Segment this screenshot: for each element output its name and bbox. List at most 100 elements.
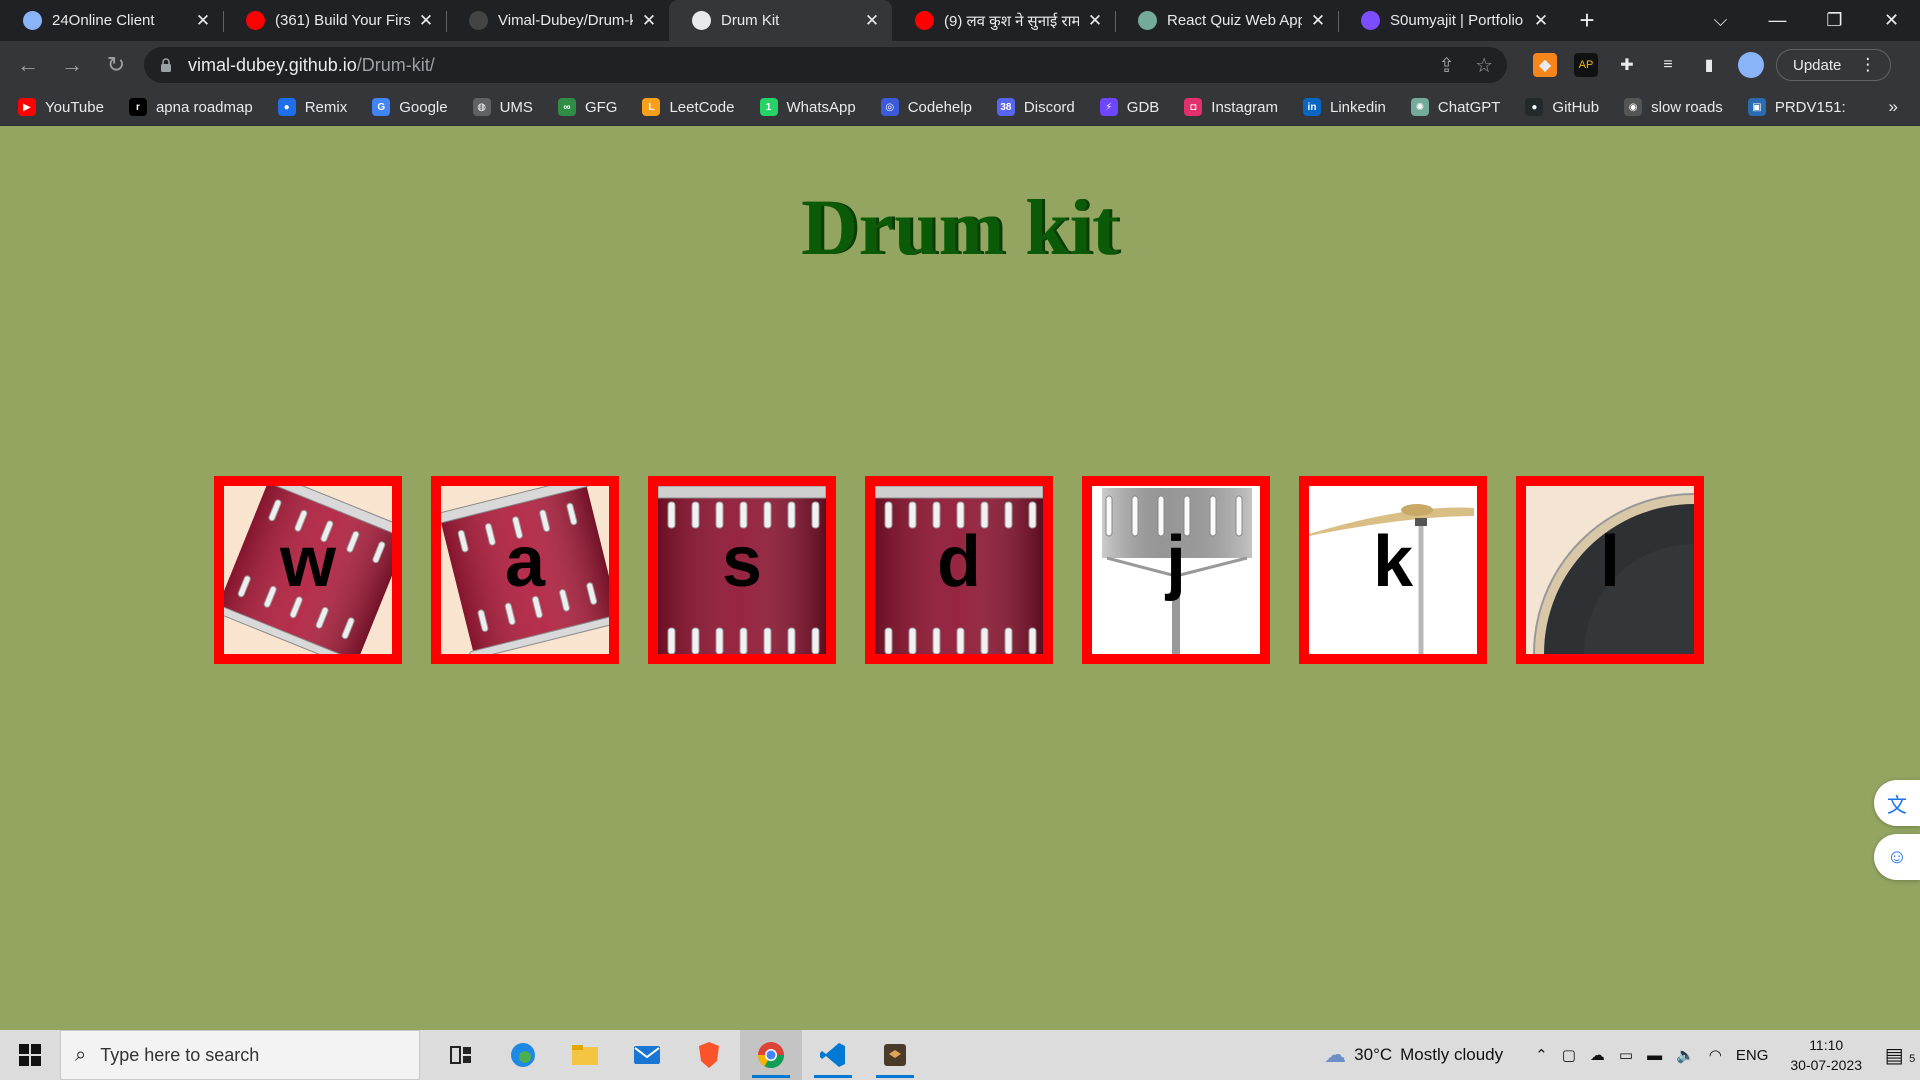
- speaker-icon[interactable]: 🔈: [1676, 1046, 1695, 1064]
- github-icon: ●: [1525, 98, 1544, 116]
- bookmark-star-icon[interactable]: ☆: [1475, 53, 1493, 78]
- tab-close-icon[interactable]: ✕: [193, 11, 213, 31]
- apna-icon: r: [128, 98, 147, 116]
- tab-title: Vimal-Dubey/Drum-k: [498, 12, 633, 29]
- bookmark-4[interactable]: ◍ UMS: [472, 98, 533, 116]
- bookmark-12[interactable]: in Linkedin: [1303, 98, 1386, 116]
- sublime-box-icon[interactable]: [864, 1030, 926, 1080]
- assistant-bot-icon[interactable]: ☺: [1874, 834, 1920, 880]
- bookmark-6[interactable]: L LeetCode: [642, 98, 735, 116]
- bookmark-10[interactable]: ⚡ GDB: [1099, 98, 1159, 116]
- bookmark-15[interactable]: ◉ slow roads: [1624, 98, 1723, 116]
- vscode-icon[interactable]: [802, 1030, 864, 1080]
- clock[interactable]: 11:10 30-07-2023: [1790, 1035, 1862, 1075]
- new-tab-button[interactable]: +: [1567, 0, 1607, 41]
- url-path: /Drum-kit/: [356, 54, 435, 75]
- close-window-button[interactable]: ✕: [1863, 10, 1920, 31]
- metamask-extension-icon[interactable]: ◆: [1533, 53, 1557, 77]
- tab-close-icon[interactable]: ✕: [416, 11, 436, 31]
- tab-title: (9) लव कुश ने सुनाई राम: [944, 12, 1079, 30]
- reading-list-icon[interactable]: ≡: [1656, 53, 1680, 77]
- youtube-icon: [915, 11, 934, 30]
- translate-icon[interactable]: 文: [1874, 780, 1920, 826]
- tab-3[interactable]: Drum Kit ✕: [669, 0, 892, 41]
- profile-avatar[interactable]: [1738, 52, 1764, 78]
- display-icon[interactable]: ▭: [1619, 1046, 1633, 1064]
- wifi-icon[interactable]: ◠: [1709, 1046, 1722, 1064]
- tab-0[interactable]: 24Online Client ✕: [0, 0, 223, 41]
- meet-icon[interactable]: ▢: [1562, 1046, 1576, 1064]
- extension-icon[interactable]: AP: [1574, 53, 1598, 77]
- instagram-icon: ◘: [1184, 98, 1203, 116]
- tab-close-icon[interactable]: ✕: [1531, 11, 1551, 31]
- side-panel-icon[interactable]: ▮: [1697, 53, 1721, 77]
- bookmark-16[interactable]: ▣ PRDV151:: [1747, 98, 1846, 116]
- bookmark-0[interactable]: ▶ YouTube: [18, 98, 104, 116]
- bookmark-label: Codehelp: [907, 98, 972, 116]
- url-text[interactable]: vimal-dubey.github.io/Drum-kit/: [188, 55, 1418, 76]
- drum-button-j[interactable]: j: [1082, 476, 1270, 664]
- bookmark-label: PRDV151:: [1774, 98, 1846, 116]
- file-explorer-icon[interactable]: [554, 1030, 616, 1080]
- puzzle-extensions-icon[interactable]: ✚: [1615, 53, 1639, 77]
- search-placeholder: Type here to search: [100, 1044, 260, 1065]
- google-icon: G: [372, 98, 391, 116]
- window-controls: ⌵ — ❐ ✕: [1692, 0, 1920, 41]
- weather-widget[interactable]: ☁ 30°C Mostly cloudy: [1324, 1042, 1503, 1068]
- reload-button[interactable]: ↻: [96, 45, 136, 85]
- mail-icon[interactable]: [616, 1030, 678, 1080]
- tab-2[interactable]: Vimal-Dubey/Drum-k ✕: [446, 0, 669, 41]
- remix-icon: ●: [277, 98, 296, 116]
- drum-key-label: l: [1599, 522, 1620, 602]
- forward-button[interactable]: →: [52, 45, 92, 85]
- drum-button-a[interactable]: a: [431, 476, 619, 664]
- drum-button-d[interactable]: d: [865, 476, 1053, 664]
- address-bar[interactable]: vimal-dubey.github.io/Drum-kit/ ⇪ ☆: [144, 47, 1507, 83]
- brave-icon[interactable]: [678, 1030, 740, 1080]
- menu-kebab-icon[interactable]: ⋮: [1859, 55, 1876, 75]
- drum-button-k[interactable]: k: [1299, 476, 1487, 664]
- update-button[interactable]: Update ⋮: [1776, 49, 1892, 81]
- edge-icon[interactable]: [492, 1030, 554, 1080]
- tab-close-icon[interactable]: ✕: [1308, 11, 1328, 31]
- bookmark-label: apna roadmap: [155, 98, 253, 116]
- maximize-button[interactable]: ❐: [1806, 10, 1863, 31]
- bookmark-2[interactable]: ● Remix: [277, 98, 347, 116]
- tab-4[interactable]: (9) लव कुश ने सुनाई राम ✕: [892, 0, 1115, 41]
- bookmark-3[interactable]: G Google: [372, 98, 448, 116]
- back-button[interactable]: ←: [8, 45, 48, 85]
- bookmark-13[interactable]: ✺ ChatGPT: [1410, 98, 1500, 116]
- tab-close-icon[interactable]: ✕: [1085, 11, 1105, 31]
- start-button[interactable]: [0, 1030, 60, 1080]
- tab-close-icon[interactable]: ✕: [639, 11, 659, 31]
- bookmark-5[interactable]: ∞ GFG: [557, 98, 617, 116]
- notification-center-icon[interactable]: ▤ 5: [1880, 1043, 1920, 1068]
- more-bookmarks-icon[interactable]: »: [1889, 97, 1898, 117]
- bookmark-14[interactable]: ● GitHub: [1525, 98, 1599, 116]
- tab-close-icon[interactable]: ✕: [862, 11, 882, 31]
- bookmark-11[interactable]: ◘ Instagram: [1184, 98, 1278, 116]
- bookmark-8[interactable]: ◎ Codehelp: [880, 98, 972, 116]
- drum-key-label: k: [1372, 522, 1414, 602]
- lock-icon[interactable]: [158, 57, 174, 73]
- chrome-icon[interactable]: [740, 1030, 802, 1080]
- drum-button-s[interactable]: s: [648, 476, 836, 664]
- tab-1[interactable]: (361) Build Your First E ✕: [223, 0, 446, 41]
- battery-icon[interactable]: ▬: [1647, 1047, 1662, 1064]
- bookmark-9[interactable]: 38 Discord: [996, 98, 1075, 116]
- bookmark-7[interactable]: 1 WhatsApp: [759, 98, 856, 116]
- drum-key-label: j: [1165, 522, 1186, 602]
- tab-5[interactable]: React Quiz Web App ✕: [1115, 0, 1338, 41]
- tab-search-icon[interactable]: ⌵: [1692, 10, 1749, 31]
- bookmark-1[interactable]: r apna roadmap: [128, 98, 253, 116]
- minimize-button[interactable]: —: [1749, 10, 1806, 31]
- tab-6[interactable]: S0umyajit | Portfolio ✕: [1338, 0, 1561, 41]
- show-hidden-icons-icon[interactable]: ⌃: [1535, 1046, 1548, 1064]
- task-view-icon[interactable]: [430, 1030, 492, 1080]
- drum-button-l[interactable]: l: [1516, 476, 1704, 664]
- language-indicator[interactable]: ENG: [1736, 1047, 1769, 1064]
- taskbar-search[interactable]: ⌕ Type here to search: [60, 1030, 420, 1080]
- share-icon[interactable]: ⇪: [1438, 53, 1455, 78]
- onedrive-icon[interactable]: ☁: [1590, 1046, 1605, 1064]
- drum-button-w[interactable]: w: [214, 476, 402, 664]
